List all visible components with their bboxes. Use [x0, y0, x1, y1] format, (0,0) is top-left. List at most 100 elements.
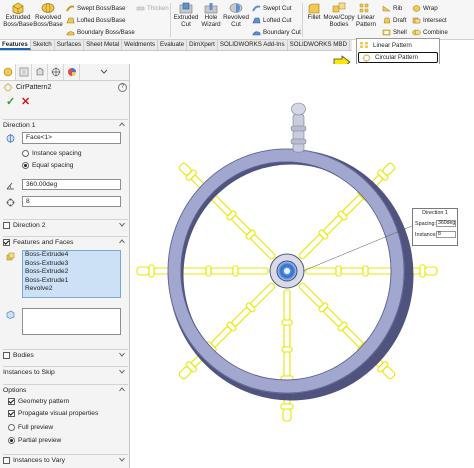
- instances-to-vary-section-header[interactable]: Instances to Vary: [3, 454, 128, 465]
- command-manager-tabs: Features Sketch Surfaces Sheet Metal Wel…: [0, 40, 352, 51]
- intersect-button[interactable]: Intersect: [412, 17, 447, 24]
- callout-spacing-label: Spacing:: [415, 221, 436, 227]
- features-and-faces-checkbox[interactable]: [3, 238, 10, 246]
- revolved-cut-label: Revolved Cut: [223, 14, 249, 28]
- tab-weldments[interactable]: Weldments: [122, 40, 159, 50]
- property-manager-tab[interactable]: [16, 64, 32, 80]
- boundary-boss-button[interactable]: Boundary Boss/Base: [66, 29, 135, 36]
- swept-cut-button[interactable]: Swept Cut: [252, 5, 292, 12]
- direction1-section-header[interactable]: Direction 1: [3, 119, 128, 130]
- instances-to-skip-label: Instances to Skip: [3, 368, 55, 376]
- wrap-button[interactable]: Wrap: [412, 5, 438, 12]
- hole-wizard-label: Hole Wizard: [201, 14, 221, 28]
- options-section-header[interactable]: Options: [3, 384, 128, 395]
- pattern-axis-icon[interactable]: [6, 134, 15, 143]
- bodies-checkbox[interactable]: [3, 351, 10, 359]
- thicken-label: Thicken: [147, 5, 169, 12]
- equal-spacing-radio-row[interactable]: Equal spacing: [22, 162, 73, 169]
- fillet-icon: [308, 3, 320, 14]
- pattern-dropdown-menu: Linear Pattern Circular Pattern: [356, 38, 440, 65]
- list-item[interactable]: Boss-Extrude1: [23, 277, 120, 286]
- circular-pattern-icon: [362, 53, 371, 62]
- extruded-boss-label: Extruded Boss/Base: [3, 14, 33, 28]
- list-item[interactable]: Boss-Extrude4: [23, 251, 120, 260]
- linear-pattern-button[interactable]: Linear Pattern: [355, 2, 377, 29]
- feature-manager-tab[interactable]: [0, 64, 16, 80]
- extruded-cut-button[interactable]: Extruded Cut: [173, 2, 199, 29]
- help-icon[interactable]: ?: [118, 83, 127, 92]
- equal-spacing-radio[interactable]: [22, 162, 29, 169]
- hole-wizard-button[interactable]: Hole Wizard: [200, 2, 222, 29]
- preview-spoke: [136, 264, 269, 278]
- shell-button[interactable]: Shell: [382, 29, 407, 36]
- expand-chevron-icon: [119, 457, 125, 462]
- tab-dimxpert[interactable]: DimXpert: [187, 40, 218, 50]
- fillet-button[interactable]: Fillet: [304, 2, 324, 22]
- instance-spacing-radio[interactable]: [22, 150, 29, 157]
- boundary-cut-icon: [252, 31, 261, 36]
- angle-input[interactable]: 360.00deg: [22, 179, 121, 190]
- expand-tabs-chevron-icon[interactable]: [100, 69, 108, 75]
- tab-surfaces[interactable]: Surfaces: [55, 40, 85, 50]
- ship-wheel-model[interactable]: [131, 64, 474, 468]
- callout-spacing-input[interactable]: 360deg: [436, 220, 456, 227]
- instances-input[interactable]: 8: [22, 196, 121, 207]
- combine-button[interactable]: Combine: [412, 29, 448, 36]
- instance-spacing-radio-row[interactable]: Instance spacing: [22, 150, 82, 157]
- geometry-pattern-row[interactable]: Geometry pattern: [8, 398, 69, 405]
- propagate-visual-checkbox[interactable]: [8, 410, 15, 417]
- direction2-section-header[interactable]: Direction 2: [3, 219, 128, 230]
- partial-preview-row[interactable]: Partial preview: [8, 437, 61, 444]
- features-to-pattern-list[interactable]: Boss-Extrude4 Boss-Extrude3 Boss-Extrude…: [22, 250, 121, 298]
- partial-preview-radio[interactable]: [8, 437, 15, 444]
- display-manager-tab[interactable]: [64, 64, 80, 80]
- tab-solidworks-mbd[interactable]: SOLIDWORKS MBD: [288, 40, 350, 50]
- direction1-callout[interactable]: Direction 1 Spacing: 360deg Instances: 8: [412, 208, 458, 246]
- boundary-cut-button[interactable]: Boundary Cut: [252, 29, 301, 36]
- full-preview-radio[interactable]: [8, 424, 15, 431]
- swept-boss-button[interactable]: Swept Boss/Base: [66, 5, 126, 12]
- propagate-visual-row[interactable]: Propagate visual properties: [8, 410, 98, 417]
- thicken-button[interactable]: Thicken: [136, 5, 169, 12]
- hole-wizard-icon: [204, 3, 218, 14]
- expand-chevron-icon: [119, 222, 125, 227]
- tab-sheet-metal[interactable]: Sheet Metal: [84, 40, 123, 50]
- pattern-axis-field[interactable]: Face<1>: [22, 132, 121, 144]
- dimxpert-manager-tab[interactable]: [48, 64, 64, 80]
- move-copy-bodies-button[interactable]: Move/Copy Bodies: [323, 2, 355, 29]
- extruded-boss-button[interactable]: Extruded Boss/Base: [3, 2, 33, 29]
- collapse-chevron-icon: [119, 239, 125, 244]
- instances-to-skip-section-header[interactable]: Instances to Skip: [3, 366, 128, 377]
- bodies-section-header[interactable]: Bodies: [3, 349, 128, 360]
- configuration-manager-tab[interactable]: [32, 64, 48, 80]
- revolved-cut-button[interactable]: Revolved Cut: [223, 2, 249, 29]
- revolved-boss-button[interactable]: Revolved Boss/Base: [33, 2, 63, 29]
- feature-title-label: CirPattern2: [16, 84, 52, 91]
- cancel-button[interactable]: ✕: [21, 97, 30, 108]
- tab-evaluate[interactable]: Evaluate: [158, 40, 188, 50]
- lofted-cut-button[interactable]: Lofted Cut: [252, 17, 292, 24]
- lofted-boss-button[interactable]: Lofted Boss/Base: [66, 17, 126, 24]
- selected-spoke[interactable]: [290, 102, 307, 153]
- tab-features[interactable]: Features: [0, 40, 31, 50]
- features-and-faces-section-header[interactable]: Features and Faces: [3, 236, 128, 247]
- instances-to-vary-checkbox[interactable]: [3, 456, 10, 464]
- boundary-boss-icon: [66, 31, 75, 36]
- ok-button[interactable]: ✓: [6, 97, 15, 108]
- full-preview-row[interactable]: Full preview: [8, 424, 53, 431]
- graphics-area[interactable]: [131, 64, 474, 468]
- list-item[interactable]: Boss-Extrude3: [23, 260, 120, 269]
- menu-item-circular-pattern[interactable]: Circular Pattern: [358, 52, 438, 63]
- tab-sketch[interactable]: Sketch: [31, 40, 55, 50]
- list-item[interactable]: Revolve2: [23, 285, 120, 294]
- geometry-pattern-checkbox[interactable]: [8, 398, 15, 405]
- draft-button[interactable]: Draft: [382, 17, 406, 24]
- menu-item-linear-pattern[interactable]: Linear Pattern: [359, 41, 412, 49]
- callout-instances-input[interactable]: 8: [436, 231, 456, 238]
- direction2-checkbox[interactable]: [3, 221, 10, 229]
- draft-icon: [383, 17, 391, 24]
- tab-solidworks-addins[interactable]: SOLIDWORKS Add-Ins: [218, 40, 288, 50]
- faces-to-pattern-list[interactable]: [22, 308, 121, 335]
- list-item[interactable]: Boss-Extrude2: [23, 268, 120, 277]
- rib-button[interactable]: Rib: [382, 5, 402, 12]
